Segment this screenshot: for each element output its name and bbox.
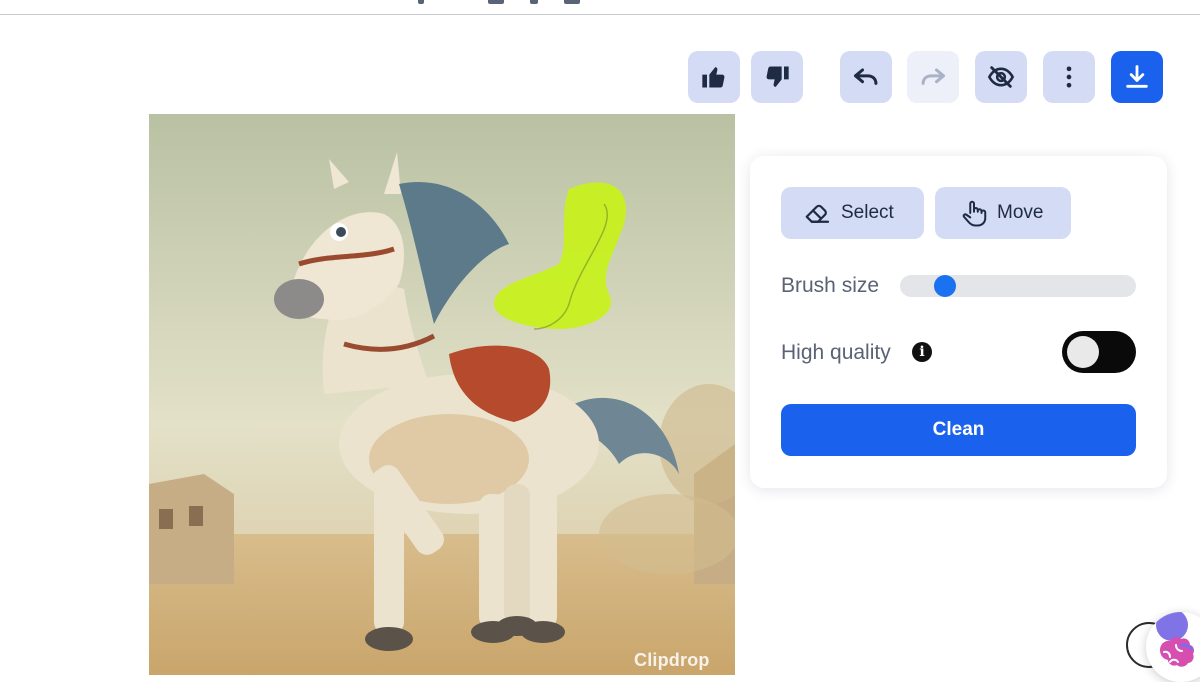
assistant-widget-button[interactable] [1146,612,1200,682]
brain-icon [1156,612,1194,667]
more-vertical-icon [1066,66,1072,88]
move-label: Move [997,202,1044,223]
hand-pointer-icon [962,200,987,227]
top-fragment [418,0,424,4]
download-icon [1126,65,1148,88]
move-mode-button[interactable]: Move [935,187,1071,239]
image-canvas[interactable] [149,114,735,675]
high-quality-label: High quality [781,341,891,364]
horse-illustration [149,114,735,675]
top-fragment [530,0,538,4]
more-options-button[interactable] [1043,51,1095,103]
info-icon[interactable]: i [912,342,932,362]
high-quality-toggle[interactable] [1062,331,1136,373]
browser-top-edge [0,0,1200,15]
top-fragment [564,0,580,4]
eraser-icon [805,204,830,223]
clean-button[interactable]: Clean [781,404,1136,456]
select-mode-button[interactable]: Select [781,187,924,239]
undo-icon [853,68,878,85]
thumbs-up-icon [702,67,725,88]
cleanup-panel: Select Move Brush size High quality i Cl… [750,156,1167,488]
toggle-knob [1067,336,1099,368]
redo-icon [921,68,946,85]
redo-button[interactable] [907,51,959,103]
download-button[interactable] [1111,51,1163,103]
thumbs-up-button[interactable] [688,51,740,103]
hide-mask-button[interactable] [975,51,1027,103]
select-label: Select [841,202,894,223]
top-fragment [488,0,504,4]
brush-size-label: Brush size [781,274,880,297]
thumbs-down-button[interactable] [751,51,803,103]
thumbs-down-icon [766,66,789,87]
undo-button[interactable] [840,51,892,103]
clipdrop-watermark: Clipdrop [634,650,710,670]
eye-off-icon [987,66,1015,88]
